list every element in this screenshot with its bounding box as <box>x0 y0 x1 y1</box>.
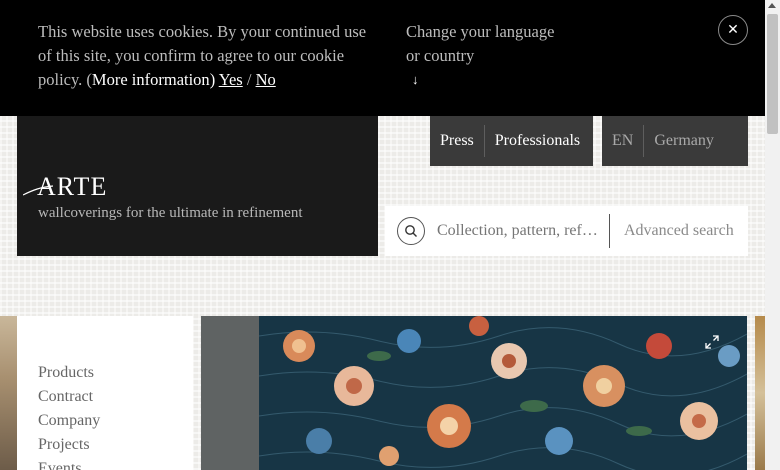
press-link[interactable]: Press <box>430 125 484 157</box>
search-bar: Advanced search <box>385 206 748 256</box>
left-image-strip <box>0 316 17 470</box>
expand-icon[interactable] <box>704 334 720 355</box>
search-icon[interactable] <box>397 217 425 245</box>
floral-wallpaper-image <box>258 316 747 470</box>
scrollbar-thumb[interactable] <box>767 14 778 134</box>
country-button[interactable]: Germany <box>643 125 724 157</box>
professionals-link[interactable]: Professionals <box>483 125 590 157</box>
cookie-yes-link[interactable]: Yes <box>219 70 243 89</box>
close-icon[interactable]: ✕ <box>718 15 748 45</box>
arrow-down-icon[interactable]: ↓ <box>412 72 419 88</box>
more-information-link[interactable]: More information <box>92 70 210 89</box>
tagline: wallcoverings for the ultimate in refine… <box>38 205 303 221</box>
nav-item-products[interactable]: Products <box>38 364 94 382</box>
cookie-no-link[interactable]: No <box>256 70 276 89</box>
arte-logo[interactable]: ARTE <box>22 172 133 205</box>
nav-item-projects[interactable]: Projects <box>38 436 90 454</box>
cookie-message: This website uses cookies. By your conti… <box>38 20 368 92</box>
language-selector: EN Germany <box>602 116 748 166</box>
main-nav: Products Contract Company Projects Event… <box>17 316 193 470</box>
hero-image[interactable] <box>201 316 747 470</box>
search-input[interactable] <box>437 222 599 240</box>
scrollbar[interactable] <box>765 0 780 470</box>
advanced-search-link[interactable]: Advanced search <box>624 222 734 240</box>
cookie-paren: ) <box>209 70 219 89</box>
top-links: Press Professionals <box>430 116 593 166</box>
language-button[interactable]: EN <box>602 125 643 157</box>
cookie-banner: This website uses cookies. By your conti… <box>0 0 765 116</box>
nav-item-company[interactable]: Company <box>38 412 100 430</box>
nav-item-events[interactable]: Events <box>38 460 82 470</box>
brand-block: ARTE wallcoverings for the ultimate in r… <box>17 116 378 256</box>
search-divider <box>609 214 610 248</box>
change-language-link[interactable]: Change your language or country <box>406 20 566 68</box>
nav-item-contract[interactable]: Contract <box>38 388 93 406</box>
right-image-strip <box>755 316 765 470</box>
scroll-up-arrow-icon[interactable] <box>768 3 776 8</box>
cookie-separator: / <box>242 70 256 89</box>
svg-text:ARTE: ARTE <box>37 174 107 200</box>
